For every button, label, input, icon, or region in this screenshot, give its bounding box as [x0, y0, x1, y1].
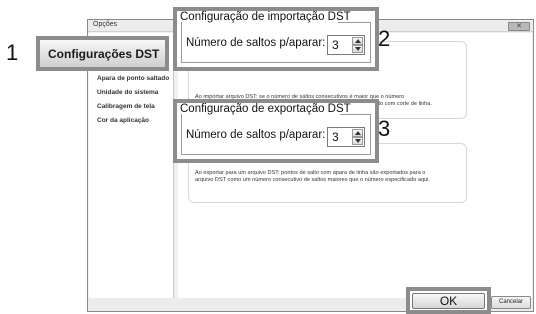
import-jumps-stepper[interactable]: 3 [327, 35, 365, 55]
callout-number-2: 2 [378, 26, 391, 51]
export-jumps-label: Número de saltos p/aparar: [186, 129, 326, 141]
sidebar-item-dst-settings[interactable]: Configurações DST [36, 36, 169, 71]
export-decrement-button[interactable] [352, 137, 363, 145]
import-jumps-label: Número de saltos p/aparar: [186, 37, 326, 49]
export-jumps-stepper[interactable]: 3 [327, 127, 365, 147]
callout-number-1: 1 [6, 40, 19, 65]
ok-button-callout: OK [406, 287, 491, 314]
close-button[interactable]: ✕ [508, 22, 530, 31]
sidebar: Apara de ponto saltado Unidade do sistem… [89, 33, 174, 300]
export-increment-button[interactable] [352, 129, 363, 137]
arrow-down-icon [355, 139, 361, 143]
arrow-down-icon [355, 47, 361, 51]
import-decrement-button[interactable] [352, 45, 363, 53]
export-description: Ao exportar para um arquivo DST: pontos … [195, 170, 430, 184]
import-settings-callout: Configuração de importação DST Número de… [173, 7, 379, 71]
sidebar-item-system-unit[interactable]: Unidade do sistema [97, 89, 158, 96]
export-description-line: Ao exportar para um arquivo DST: pontos … [195, 170, 426, 176]
export-description-line: arquivo DST como um número consecutivo d… [195, 177, 430, 183]
export-settings-callout: Configuração de exportação DST Número de… [173, 99, 379, 163]
close-icon: ✕ [516, 23, 522, 30]
sidebar-item-app-color[interactable]: Cor da aplicação [97, 117, 149, 124]
import-heading: Configuração de importação DST [180, 11, 351, 23]
import-jumps-value[interactable]: 3 [332, 38, 339, 52]
arrow-up-icon [355, 39, 361, 43]
export-heading: Configuração de exportação DST [180, 103, 351, 115]
content-area: Ao importar arquivo DST: se o número de … [178, 33, 532, 300]
window-title: Opções [93, 21, 118, 28]
export-jumps-value[interactable]: 3 [332, 130, 339, 144]
cancel-button[interactable]: Cancelar [491, 296, 531, 309]
sidebar-item-label: Configurações DST [48, 47, 160, 61]
sidebar-item-screen-calibration[interactable]: Calibragem de tela [97, 103, 155, 110]
arrow-up-icon [355, 131, 361, 135]
callout-number-3: 3 [378, 116, 391, 141]
import-increment-button[interactable] [352, 37, 363, 45]
ok-button[interactable]: OK [412, 293, 485, 309]
sidebar-item-jump-trim[interactable]: Apara de ponto saltado [97, 75, 169, 82]
